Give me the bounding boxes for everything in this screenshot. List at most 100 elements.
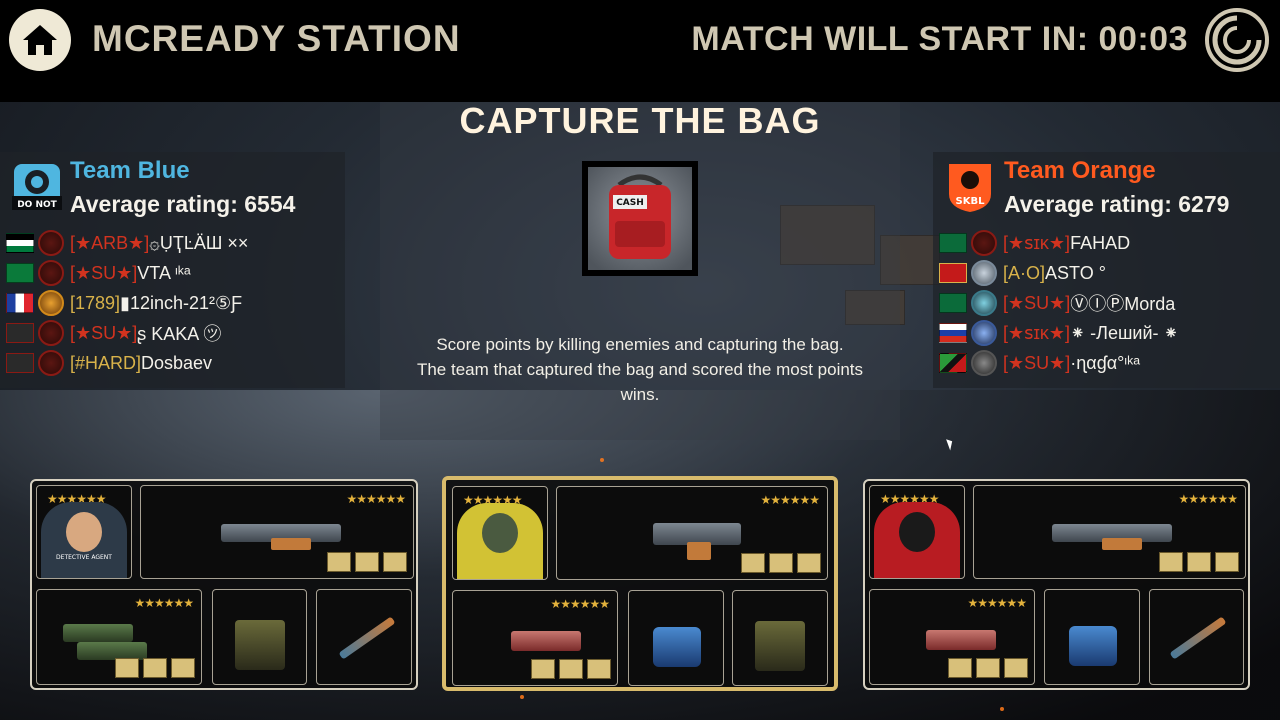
mode-title: CAPTURE THE BAG bbox=[459, 100, 821, 141]
rank-icon bbox=[971, 260, 997, 286]
character-slot[interactable]: ★★★★★★ bbox=[869, 485, 965, 579]
player-row[interactable]: [★ꜱɪᴋ★] FAHAD bbox=[939, 229, 1130, 257]
turret-icon bbox=[235, 620, 285, 670]
player-row[interactable]: [★SU★] ·ɳαɠα°ᶦᵏᵃ bbox=[939, 349, 1140, 377]
mod-icon bbox=[559, 659, 583, 679]
countdown-time: 00:03 bbox=[1098, 20, 1188, 58]
rank-icon bbox=[38, 260, 64, 286]
gadget-slot[interactable] bbox=[212, 589, 307, 685]
primary-weapon-slot[interactable]: ★★★★★★ bbox=[140, 485, 414, 579]
gadget-slot[interactable] bbox=[1044, 589, 1140, 685]
player-row[interactable]: [★ARB★] ۞ỤҬĿÄШ ×× bbox=[6, 229, 248, 257]
character-slot[interactable]: ★★★★★★ bbox=[452, 486, 548, 580]
player-name: ۞ỤҬĿÄШ ×× bbox=[149, 232, 249, 253]
team-orange-rating: Average rating: 6279 bbox=[1004, 191, 1230, 217]
team-blue-name: Team Blue bbox=[70, 157, 190, 184]
mod-icon bbox=[383, 552, 407, 572]
gadget-slot[interactable] bbox=[628, 590, 724, 686]
loadout-card-selected[interactable]: ★★★★★★ ★★★★★★ ★★★★★★ bbox=[442, 476, 838, 691]
player-clan: [#HARD] bbox=[70, 352, 142, 373]
primary-weapon-slot[interactable]: ★★★★★★ bbox=[556, 486, 828, 580]
rank-icon bbox=[971, 290, 997, 316]
character-slot[interactable]: ★★★★★★ DETECTIVE AGENT bbox=[36, 485, 132, 579]
team-orange-emblem-icon: SKBL bbox=[949, 164, 991, 212]
loadout-card[interactable]: ★★★★★★ DETECTIVE AGENT ★★★★★★ ★★★★★★ bbox=[30, 479, 418, 690]
player-clan: [1789] bbox=[70, 292, 121, 313]
rifle-detail bbox=[271, 538, 311, 550]
mod-icon bbox=[1004, 658, 1028, 678]
medkit-slot[interactable] bbox=[316, 589, 412, 685]
player-row[interactable]: [★SU★] VTA ᶦᵏᵃ bbox=[6, 259, 191, 287]
weapon-mods bbox=[741, 553, 821, 573]
player-name: ⁕ -Леший- ⁕ bbox=[1070, 322, 1179, 343]
rank-icon bbox=[38, 320, 64, 346]
player-clan: [★SU★] bbox=[70, 322, 138, 343]
mod-icon bbox=[355, 552, 379, 572]
player-name: Dosbaev bbox=[141, 352, 213, 373]
primary-weapon-slot[interactable]: ★★★★★★ bbox=[973, 485, 1246, 579]
smg-detail bbox=[687, 542, 711, 560]
rarity-stars: ★★★★★★ bbox=[550, 597, 610, 611]
player-clan: [★ꜱɪᴋ★] bbox=[1003, 322, 1071, 343]
team-blue-rating: Average rating: 6554 bbox=[70, 191, 296, 217]
mod-icon bbox=[1215, 552, 1239, 572]
player-row[interactable]: [A·O] ASTO ° bbox=[939, 259, 1106, 287]
player-name: ⓋⒾⓅMorda bbox=[1070, 294, 1176, 314]
player-name: ·ɳαɠα°ᶦᵏᵃ bbox=[1070, 352, 1140, 373]
player-clan: [★SU★] bbox=[1003, 292, 1071, 313]
weapon-mods bbox=[115, 658, 195, 678]
team-blue-emblem-text: DO NOT bbox=[17, 200, 57, 210]
rarity-stars: ★★★★★★ bbox=[134, 596, 194, 610]
loading-spinner-icon bbox=[1205, 8, 1269, 72]
flag-icon bbox=[939, 353, 967, 373]
flag-icon bbox=[6, 353, 34, 373]
rank-icon bbox=[971, 230, 997, 256]
player-row[interactable]: [★SU★] ʂ KAKA ㋡ bbox=[6, 319, 221, 347]
ember bbox=[600, 458, 604, 462]
description-line: Score points by killing enemies and capt… bbox=[436, 335, 844, 354]
secondary-weapon-slot[interactable]: ★★★★★★ bbox=[452, 590, 618, 686]
mode-image: CASH bbox=[582, 161, 698, 276]
mod-icon bbox=[531, 659, 555, 679]
secondary-weapon-slot[interactable]: ★★★★★★ bbox=[869, 589, 1035, 685]
player-row[interactable]: [★ꜱɪᴋ★] ⁕ -Леший- ⁕ bbox=[939, 319, 1179, 347]
launcher-icon bbox=[926, 630, 996, 650]
player-row[interactable]: [#HARD] Dosbaev bbox=[6, 349, 212, 377]
turret-icon bbox=[755, 621, 805, 671]
player-row[interactable]: [★SU★] ⓋⒾⓅMorda bbox=[939, 289, 1175, 317]
rank-icon bbox=[38, 350, 64, 376]
cash-bag-icon: CASH bbox=[609, 174, 671, 259]
mod-icon bbox=[327, 552, 351, 572]
player-name: ʂ KAKA ㋡ bbox=[137, 324, 222, 344]
character-head bbox=[899, 512, 935, 552]
player-clan: [★SU★] bbox=[1003, 352, 1071, 373]
rarity-stars: ★★★★★★ bbox=[760, 493, 820, 507]
player-clan: [★SU★] bbox=[70, 262, 138, 283]
secondary-weapon-slot[interactable]: ★★★★★★ bbox=[36, 589, 202, 685]
mod-icon bbox=[171, 658, 195, 678]
turret-slot[interactable] bbox=[732, 590, 828, 686]
bag-label: CASH bbox=[616, 198, 644, 208]
flag-icon bbox=[6, 323, 34, 343]
map-name: MCREADY STATION bbox=[92, 18, 461, 59]
mod-icon bbox=[976, 658, 1000, 678]
player-row[interactable]: [1789] ▮12inch-21²⑤Ƒ bbox=[6, 289, 242, 317]
rank-icon bbox=[971, 350, 997, 376]
player-name: ▮12inch-21²⑤Ƒ bbox=[120, 292, 243, 313]
mode-description: Score points by killing enemies and capt… bbox=[380, 332, 900, 407]
character-portrait: DETECTIVE AGENT bbox=[41, 502, 127, 578]
mod-icon bbox=[143, 658, 167, 678]
mod-icon bbox=[1159, 552, 1183, 572]
flag-icon bbox=[6, 263, 34, 283]
flag-icon bbox=[6, 233, 34, 253]
character-portrait bbox=[457, 503, 543, 579]
home-button[interactable] bbox=[9, 9, 71, 71]
team-blue-panel: DO NOT Team Blue Average rating: 6554 [★… bbox=[0, 152, 345, 388]
syringe-icon bbox=[338, 616, 396, 660]
rank-icon bbox=[971, 320, 997, 346]
loadout-card[interactable]: ★★★★★★ ★★★★★★ ★★★★★★ bbox=[863, 479, 1250, 690]
team-orange-name: Team Orange bbox=[1004, 157, 1156, 184]
description-line: wins. bbox=[620, 385, 660, 404]
medkit-slot[interactable] bbox=[1149, 589, 1244, 685]
home-icon bbox=[23, 25, 57, 55]
